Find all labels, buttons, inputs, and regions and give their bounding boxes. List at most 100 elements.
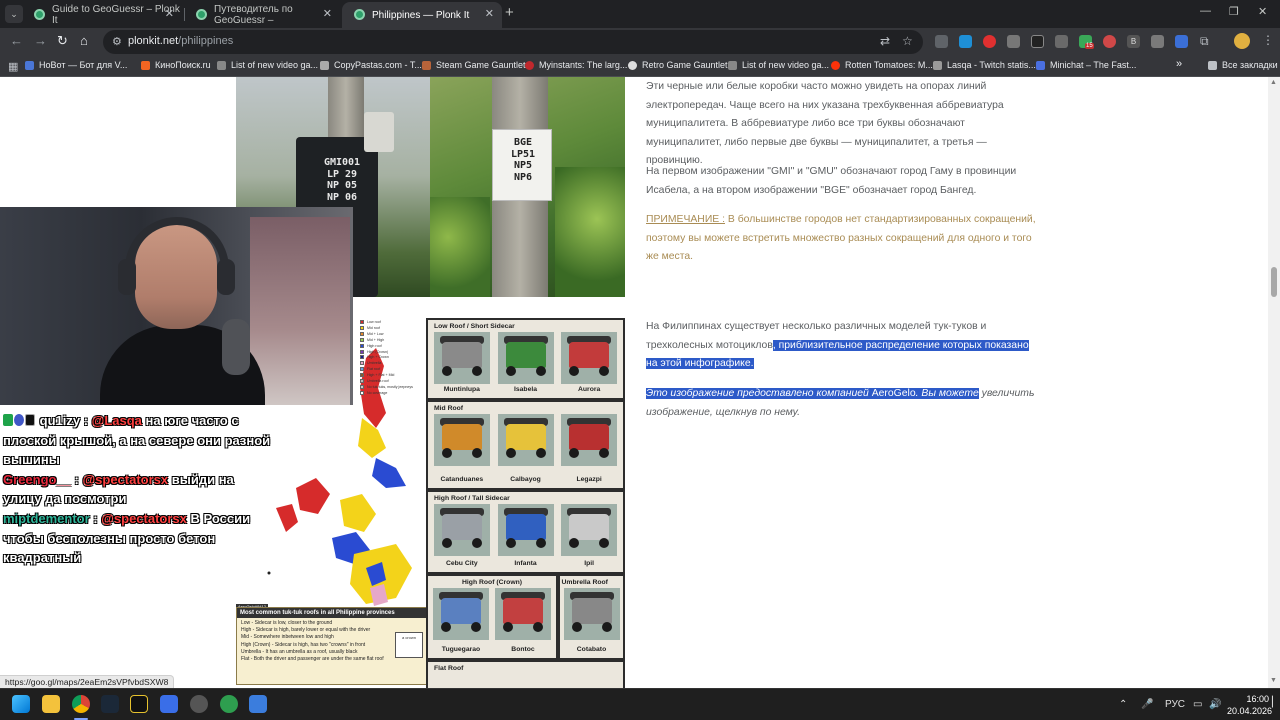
tab-guide[interactable]: Guide to GeoGuessr – Plonk It ✕ <box>22 2 182 28</box>
bookmark-item[interactable]: Steam Game Gauntlet <box>422 60 526 70</box>
steam-icon[interactable] <box>101 695 119 713</box>
stream-app-icon[interactable] <box>130 695 148 713</box>
tuktuk-grid[interactable]: Low Roof / Short Sidecar Muntinlupa Isabel… <box>426 318 625 688</box>
legend-swatch <box>360 331 364 336</box>
back-icon[interactable]: ← <box>10 33 23 48</box>
stream-chat: qu1izy : @Lasqa на юге часто с плоской к… <box>3 411 273 568</box>
url-text[interactable]: plonkit.net/philippines <box>128 35 233 47</box>
bookmark-item[interactable]: НоВот — Бот для V... <box>25 60 127 70</box>
legend-swatch <box>360 373 364 378</box>
legend-label: Mid + Low <box>367 331 384 336</box>
tab-search-chevron-icon[interactable]: ⌄ <box>5 5 23 23</box>
tuktuk-wheel <box>471 366 482 376</box>
tuktuk-wheel <box>441 448 452 458</box>
language-indicator[interactable]: РУС <box>1165 699 1185 710</box>
restore-icon[interactable]: ❐ <box>1229 5 1239 18</box>
bookmark-favicon-icon <box>141 60 150 70</box>
scroll-down-arrow-icon[interactable]: ▼ <box>1270 677 1277 684</box>
media-player-icon[interactable] <box>160 695 178 713</box>
sign-label-left: GMI001 LP 29 NP 05 NP 06 <box>314 157 370 203</box>
bookmark-item[interactable]: Retro Game Gauntlet <box>628 60 728 70</box>
tuktuk-caption: Tuguegarao <box>441 646 481 653</box>
webcam-room <box>250 217 350 405</box>
scrollbar-thumb[interactable] <box>1271 267 1277 297</box>
all-bookmarks-folder[interactable]: Все закладки <box>1208 60 1278 70</box>
extension-screen-icon[interactable] <box>1151 35 1164 48</box>
bookmark-item[interactable]: Lasqa - Twitch statis... <box>933 60 1036 70</box>
bookmark-item[interactable]: List of new video ga... <box>217 60 318 70</box>
chat-username[interactable]: Greengo__ <box>3 472 71 487</box>
forward-icon[interactable]: → <box>34 33 47 48</box>
windows-start-icon[interactable] <box>12 695 30 713</box>
bookmark-item[interactable]: Minichat – The Fast... <box>1036 60 1136 70</box>
tuktuk-body <box>569 424 610 450</box>
close-window-icon[interactable]: ✕ <box>1258 5 1267 18</box>
microphone-tray-icon[interactable]: 🎤 <box>1141 699 1153 710</box>
new-tab-button[interactable]: + <box>505 4 514 21</box>
tab-philippines[interactable]: Philippines — Plonk It ✕ <box>342 2 502 28</box>
aerogelo-link[interactable]: AeroGelo <box>871 388 916 399</box>
scroll-up-arrow-icon[interactable]: ▲ <box>1270 79 1277 86</box>
monitor-tray-icon[interactable]: ▭ <box>1193 699 1202 710</box>
extensions-puzzle-icon[interactable]: ⧉ <box>1200 34 1209 49</box>
extension-layers-icon[interactable] <box>935 35 948 48</box>
reload-icon[interactable]: ↻ <box>57 33 68 49</box>
bookmarks-more-icon[interactable]: » <box>1176 58 1182 70</box>
windows-taskbar: ⌃ 🎤 РУС ▭ 🔊 16:00 20.04.2026 ▏ <box>0 688 1280 720</box>
bookmark-favicon-icon <box>728 60 737 70</box>
chat-username[interactable]: miptdementor <box>3 511 90 526</box>
address-bar[interactable]: ⚙ plonkit.net/philippines ⇄ ☆ <box>103 30 923 54</box>
close-icon[interactable]: ✕ <box>323 7 332 20</box>
maps-app-icon[interactable] <box>249 695 267 713</box>
file-explorer-icon[interactable] <box>42 695 60 713</box>
home-icon[interactable]: ⌂ <box>80 33 88 48</box>
apps-grid-icon[interactable]: ▦ <box>8 60 18 73</box>
note-label[interactable]: ПРИМЕЧАНИЕ : <box>646 214 725 225</box>
bookmark-star-icon[interactable]: ☆ <box>902 34 913 48</box>
tray-chevron-icon[interactable]: ⌃ <box>1119 699 1127 710</box>
extension-glasses-icon[interactable] <box>1007 35 1020 48</box>
bookmark-item[interactable]: Myinstants: The larg... <box>525 60 627 70</box>
bookmark-label: Myinstants: The larg... <box>539 60 628 70</box>
extension-camera-icon[interactable] <box>1031 35 1044 48</box>
extension-grey-icon[interactable] <box>1055 35 1068 48</box>
translate-icon[interactable]: ⇄ <box>880 34 890 48</box>
notifications-icon[interactable]: ▏ <box>1272 697 1280 708</box>
plonkit-favicon-icon <box>34 9 45 20</box>
bookmark-label: КиноПоиск.ru <box>155 60 211 70</box>
minimize-icon[interactable]: — <box>1200 5 1211 17</box>
headphone-cup <box>217 259 235 295</box>
extension-red-icon[interactable] <box>1103 35 1116 48</box>
extension-adblock-icon[interactable] <box>983 35 996 48</box>
bookmarks-bar: ▦ НоВот — Бот для V... КиноПоиск.ru List… <box>0 56 1280 77</box>
tuktuk-wheel <box>471 622 481 632</box>
green-app-icon[interactable] <box>220 695 238 713</box>
extension-7tv-icon[interactable] <box>959 35 972 48</box>
volume-icon[interactable]: 🔊 <box>1209 699 1221 710</box>
tuktuk-category-title: Mid Roof <box>434 405 464 412</box>
close-icon[interactable]: ✕ <box>485 7 494 20</box>
tab-guide-ru[interactable]: Путеводитель по GeoGuessr – ✕ <box>184 2 340 28</box>
utility-pole-photo-bge[interactable]: BGE LP51 NP5 NP6 <box>430 77 625 297</box>
plonkit-favicon-icon <box>354 9 365 20</box>
legend-swatch <box>360 337 364 342</box>
obs-icon[interactable] <box>190 695 208 713</box>
bookmark-item[interactable]: КиноПоиск.ru <box>141 60 211 70</box>
bookmark-item[interactable]: CopyPastas.com - T... <box>320 60 422 70</box>
close-icon[interactable]: ✕ <box>165 7 174 20</box>
avatar[interactable] <box>1234 33 1250 49</box>
tuktuk-category: High Roof / Tall Sidecar Cebu City Infanta… <box>428 492 623 572</box>
taskbar-clock[interactable]: 16:00 20.04.2026 <box>1227 693 1272 717</box>
chat-username[interactable]: qu1izy <box>40 413 80 428</box>
tuktuk-photo <box>497 504 554 556</box>
page-scrollbar[interactable]: ▲ ▼ <box>1268 77 1280 688</box>
tuktuk-body <box>503 598 543 624</box>
menu-kebab-icon[interactable]: ⋮ <box>1262 33 1274 47</box>
chrome-icon[interactable] <box>72 695 90 713</box>
bookmark-item[interactable]: Rotten Tomatoes: M... <box>831 60 933 70</box>
site-info-icon[interactable]: ⚙ <box>112 35 122 48</box>
bookmark-item[interactable]: List of new video ga... <box>728 60 829 70</box>
extension-b-icon[interactable]: B <box>1127 35 1140 48</box>
tuktuk-wheel <box>535 366 546 376</box>
extension-blue-icon[interactable] <box>1175 35 1188 48</box>
